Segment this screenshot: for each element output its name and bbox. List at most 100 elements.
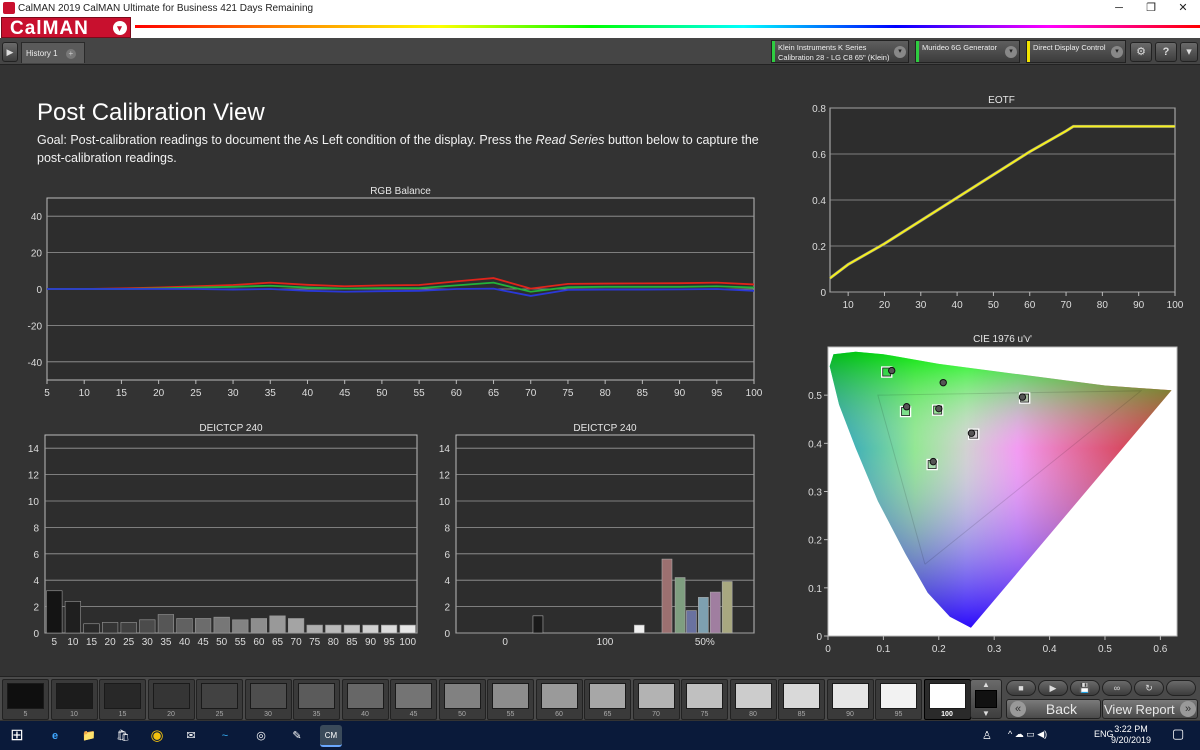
patch-40[interactable]: 40: [341, 679, 389, 720]
y-tick-label: 0: [33, 629, 39, 640]
eotf-chart: 0.8 0.6 0.4 0.2 0 10 20 30 40 50 60 70 80 90 100: [812, 104, 1184, 310]
taskbar-clock[interactable]: 3:22 PM 9/20/2019: [1106, 724, 1156, 746]
x-tick-label: 65: [488, 388, 500, 399]
x-tick-label: 0: [825, 644, 831, 655]
read-series-icon[interactable]: ▶: [1038, 680, 1068, 696]
patch-preview[interactable]: ▲ ▼: [970, 679, 1002, 719]
dropdown-icon[interactable]: ▾: [1005, 46, 1017, 58]
patch-30[interactable]: 30: [244, 679, 292, 720]
x-tick-label: 5: [44, 388, 50, 399]
y-tick-label: 14: [28, 444, 40, 455]
save-icon[interactable]: 💾: [1070, 680, 1100, 696]
patch-5[interactable]: 5: [2, 679, 49, 720]
patch-20[interactable]: 20: [147, 679, 195, 720]
patch-label: 65: [603, 711, 612, 718]
mail-icon[interactable]: ✉: [180, 725, 202, 747]
x-tick-label: 15: [116, 388, 128, 399]
measurement-point: [888, 366, 896, 375]
notifications-icon[interactable]: ▢: [1172, 726, 1184, 742]
y-tick-label: -40: [28, 358, 43, 369]
calman-taskbar-icon[interactable]: CM: [320, 725, 342, 747]
measurement-point: [967, 429, 976, 437]
patch-45[interactable]: 45: [390, 679, 437, 720]
window-title: CalMAN 2019 CalMAN Ultimate for Business…: [18, 2, 314, 14]
patch-90[interactable]: 90: [826, 679, 874, 720]
app-bird-icon[interactable]: ~: [214, 725, 236, 747]
add-tab-icon[interactable]: +: [65, 49, 76, 59]
patch-25[interactable]: 25: [196, 679, 243, 720]
maximize-button[interactable]: ❐: [1134, 0, 1168, 16]
patch-75[interactable]: 75: [681, 679, 728, 720]
calman-logo-menu[interactable]: CalMAN ▾: [1, 17, 131, 39]
tray-icons[interactable]: ^ ☁ ▭ ◀): [1008, 729, 1047, 740]
patch-95[interactable]: 95: [875, 679, 922, 720]
clock-date: 9/20/2019: [1110, 735, 1152, 745]
patch-100[interactable]: 100: [923, 679, 971, 720]
minimize-button[interactable]: ─: [1102, 0, 1136, 16]
tab-history-1[interactable]: History 1 +: [21, 42, 85, 63]
x-tick-label: 85: [346, 637, 358, 648]
app-icon: [3, 2, 15, 14]
file-explorer-icon[interactable]: 📁: [78, 725, 100, 747]
display-control-selector[interactable]: Direct Display Control ▾: [1026, 40, 1126, 63]
deictcp-grayscale-chart: 141210864205 10 15 20 25 30 35 40 45 50 55 60 65 70 75…: [28, 434, 418, 648]
patch-60[interactable]: 60: [535, 679, 583, 720]
edge-icon[interactable]: e: [44, 725, 66, 747]
store-icon[interactable]: 🛍: [112, 725, 134, 747]
bar: [532, 615, 544, 634]
patch-15[interactable]: 15: [99, 679, 146, 720]
help-icon[interactable]: ?: [1155, 42, 1177, 62]
close-button[interactable]: ✕: [1166, 0, 1200, 16]
patch-55[interactable]: 55: [487, 679, 534, 720]
patch-50[interactable]: 50: [438, 679, 486, 720]
stop-icon[interactable]: ■: [1006, 680, 1036, 696]
patch-70[interactable]: 70: [632, 679, 680, 720]
goal-prefix: Goal: Post-calibration readings to docum…: [37, 133, 536, 147]
bar: [399, 624, 416, 634]
patch-swatch: [201, 683, 238, 709]
back-button[interactable]: « Back: [1006, 699, 1101, 719]
dropdown-icon[interactable]: ▾: [1111, 46, 1123, 58]
patch-35[interactable]: 35: [293, 679, 340, 720]
continuous-read-icon[interactable]: ∞: [1102, 680, 1132, 696]
people-icon[interactable]: ♙: [982, 729, 992, 742]
x-tick-label: 50: [216, 637, 228, 648]
settings-gear-icon[interactable]: ⚙: [1130, 42, 1152, 62]
patch-85[interactable]: 85: [778, 679, 825, 720]
down-arrow-icon[interactable]: ▼: [971, 709, 1001, 718]
window-menu-icon[interactable]: ▾: [1180, 42, 1198, 62]
y-tick-label: 4: [444, 576, 450, 587]
bmw-icon[interactable]: ◎: [250, 725, 272, 747]
x-tick-label: 10: [67, 637, 79, 648]
patch-label: 55: [506, 711, 515, 718]
pen-tool-icon[interactable]: ✎: [286, 725, 308, 747]
meter-device-selector[interactable]: Klein Instruments K Series Calibration 2…: [771, 40, 909, 63]
workflow-play-icon[interactable]: ▶: [2, 42, 18, 62]
record-icon[interactable]: [1166, 680, 1196, 696]
x-tick-label: 100: [1167, 300, 1184, 310]
up-arrow-icon[interactable]: ▲: [971, 680, 1001, 689]
refresh-icon[interactable]: ↻: [1134, 680, 1164, 696]
bar: [83, 623, 100, 634]
start-icon[interactable]: ⊞: [6, 725, 28, 747]
x-tick-label: 45: [198, 637, 210, 648]
patch-label: 90: [846, 711, 854, 718]
bar: [633, 624, 645, 634]
patch-10[interactable]: 10: [50, 679, 98, 720]
view-report-button[interactable]: View Report »: [1102, 699, 1198, 719]
dropdown-icon[interactable]: ▾: [894, 46, 906, 58]
bar: [661, 558, 673, 634]
y-tick-label: 4: [33, 576, 39, 587]
goal-text: Goal: Post-calibration readings to docum…: [37, 131, 767, 167]
chrome-icon[interactable]: ◉: [146, 725, 168, 747]
bar: [306, 624, 323, 634]
patch-80[interactable]: 80: [729, 679, 777, 720]
patch-label: 85: [797, 711, 806, 718]
patch-65[interactable]: 65: [584, 679, 631, 720]
x-tick-label: 35: [160, 637, 172, 648]
y-tick-label: 0.4: [808, 439, 822, 450]
generator-device-selector[interactable]: Murideo 6G Generator ▾: [915, 40, 1020, 63]
x-tick-label: 20: [105, 637, 117, 648]
plot-area: [44, 434, 418, 634]
y-tick-label: 14: [439, 444, 451, 455]
